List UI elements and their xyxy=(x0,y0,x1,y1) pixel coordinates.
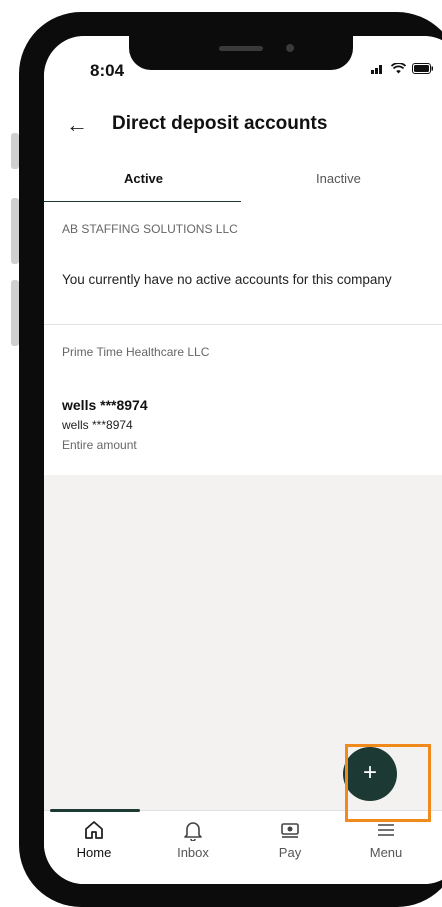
tab-bar: Active Inactive xyxy=(44,156,442,203)
bell-icon xyxy=(184,822,202,841)
pay-icon xyxy=(281,823,299,838)
account-subtitle: wells ***8974 xyxy=(62,418,133,432)
back-arrow-icon[interactable]: ← xyxy=(66,112,88,138)
tab-active[interactable]: Active xyxy=(124,171,163,186)
no-accounts-message: You currently have no active accounts fo… xyxy=(62,272,392,287)
camera xyxy=(286,44,294,52)
nav-label-pay: Pay xyxy=(278,845,302,860)
home-icon xyxy=(85,821,103,839)
nav-label-home: Home xyxy=(76,845,112,860)
company-section-prime-time: Prime Time Healthcare LLC wells ***8974 … xyxy=(44,325,442,475)
phone-notch xyxy=(129,36,353,70)
nav-item-pay[interactable]: Pay xyxy=(250,819,330,860)
tab-inactive[interactable]: Inactive xyxy=(316,171,361,186)
phone-side-button-3 xyxy=(11,280,19,346)
nav-label-inbox: Inbox xyxy=(177,845,209,860)
nav-active-indicator xyxy=(50,809,140,812)
company-name: Prime Time Healthcare LLC xyxy=(62,345,210,359)
phone-side-button-1 xyxy=(11,133,19,169)
company-name: AB STAFFING SOLUTIONS LLC xyxy=(62,222,238,236)
speaker xyxy=(219,46,263,51)
status-icons xyxy=(371,63,434,74)
highlight-box xyxy=(345,744,431,822)
phone-side-button-2 xyxy=(11,198,19,264)
company-section-ab-staffing: AB STAFFING SOLUTIONS LLC You currently … xyxy=(44,202,442,325)
signal-icon xyxy=(371,65,382,74)
page-title: Direct deposit accounts xyxy=(112,113,328,134)
nav-item-inbox[interactable]: Inbox xyxy=(153,819,233,860)
wifi-icon xyxy=(391,63,406,74)
battery-icon xyxy=(412,63,433,74)
account-name[interactable]: wells ***8974 xyxy=(62,397,148,413)
page-header: ← Direct deposit accounts xyxy=(44,92,442,156)
nav-item-home[interactable]: Home xyxy=(54,819,134,860)
nav-item-menu[interactable]: Menu xyxy=(346,819,426,860)
menu-icon xyxy=(378,824,394,836)
nav-label-menu: Menu xyxy=(369,845,403,860)
account-amount: Entire amount xyxy=(62,438,137,452)
status-time: 8:04 xyxy=(90,61,125,80)
